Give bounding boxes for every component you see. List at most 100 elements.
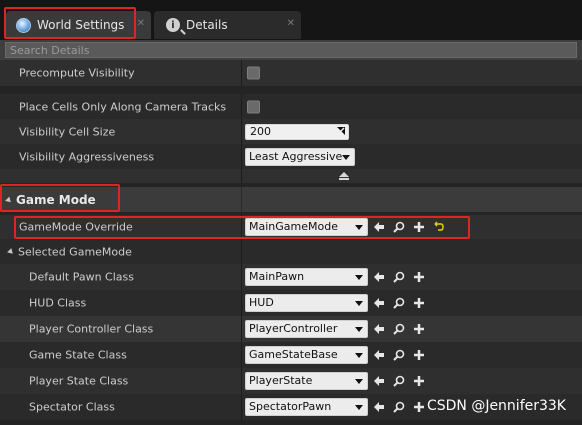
property-row-game-state-class: Game State Class GameStateBase: [0, 342, 582, 368]
cell-size-input[interactable]: 200: [245, 123, 349, 140]
property-label: Place Cells Only Along Camera Tracks: [19, 100, 227, 113]
column-divider[interactable]: [241, 394, 242, 420]
column-divider[interactable]: [241, 144, 242, 169]
resize-handle-icon[interactable]: [337, 126, 345, 135]
use-selected-arrow-icon[interactable]: [373, 271, 385, 283]
globe-icon: [16, 17, 31, 33]
class-value: SpectatorPawn: [249, 400, 332, 413]
search-icon[interactable]: [393, 349, 405, 361]
search-icon[interactable]: [393, 221, 405, 233]
property-label: Game State Class: [29, 348, 127, 362]
selected-gamemode-label: Selected GameMode: [18, 245, 132, 258]
tab-details[interactable]: i Details ✕: [154, 11, 301, 39]
tab-world-settings-label: World Settings: [37, 18, 125, 32]
cell-size-value: 200: [250, 124, 271, 138]
column-divider[interactable]: [241, 187, 242, 212]
column-divider[interactable]: [241, 60, 242, 86]
expand-arrow-icon[interactable]: [7, 248, 15, 256]
add-icon[interactable]: [413, 297, 425, 309]
asset-tools: [373, 270, 425, 284]
search-icon[interactable]: [393, 323, 405, 335]
default-pawn-class-dropdown[interactable]: MainPawn: [245, 268, 368, 286]
chevron-down-icon: [355, 275, 363, 280]
gamemode-override-value: MainGameMode: [249, 220, 338, 233]
info-icon: i: [166, 18, 180, 32]
add-icon[interactable]: [413, 349, 425, 361]
chevron-down-icon: [355, 301, 363, 306]
asset-tools: [373, 348, 425, 362]
add-icon[interactable]: [413, 375, 425, 387]
add-icon[interactable]: [413, 271, 425, 283]
property-label: Default Pawn Class: [29, 270, 134, 284]
place-cells-checkbox[interactable]: [247, 100, 260, 113]
use-selected-arrow-icon[interactable]: [373, 349, 385, 361]
column-divider[interactable]: [241, 94, 242, 119]
class-value: PlayerController: [249, 322, 338, 335]
add-icon[interactable]: [413, 221, 425, 233]
precompute-visibility-checkbox[interactable]: [247, 66, 260, 80]
close-icon[interactable]: ✕: [287, 18, 295, 29]
tab-bar: World Settings ✕ i Details ✕: [0, 0, 582, 40]
use-selected-arrow-icon[interactable]: [373, 375, 385, 387]
player-state-class-dropdown[interactable]: PlayerState: [245, 372, 368, 390]
property-label: GameMode Override: [19, 220, 133, 234]
add-icon[interactable]: [413, 323, 425, 335]
subcategory-selected-gamemode[interactable]: Selected GameMode: [0, 239, 582, 264]
column-divider[interactable]: [241, 342, 242, 368]
property-row-precompute-visibility: Precompute Visibility: [0, 60, 582, 86]
close-icon[interactable]: ✕: [137, 18, 145, 29]
column-divider[interactable]: [241, 215, 242, 239]
advanced-expander-row[interactable]: [0, 169, 582, 183]
property-row-hud-class: HUD Class HUD: [0, 290, 582, 316]
aggressiveness-dropdown[interactable]: Least Aggressive: [245, 147, 355, 166]
use-selected-arrow-icon[interactable]: [373, 297, 385, 309]
player-controller-class-dropdown[interactable]: PlayerController: [245, 320, 368, 338]
class-value: HUD: [249, 296, 274, 309]
column-divider[interactable]: [241, 368, 242, 394]
tab-details-label: Details: [186, 18, 228, 32]
tab-world-settings[interactable]: World Settings ✕: [6, 11, 151, 39]
search-icon[interactable]: [393, 297, 405, 309]
add-icon[interactable]: [413, 401, 425, 413]
collapse-advanced-bar: [339, 178, 349, 180]
column-divider[interactable]: [241, 264, 242, 290]
asset-tools: [373, 220, 445, 234]
aggressiveness-value: Least Aggressive: [249, 149, 343, 163]
property-label: Player State Class: [29, 374, 129, 388]
class-value: GameStateBase: [249, 348, 338, 361]
class-value: PlayerState: [249, 374, 313, 387]
expand-arrow-icon[interactable]: [5, 196, 13, 204]
column-divider[interactable]: [241, 119, 242, 144]
chevron-down-icon: [342, 154, 350, 160]
search-bar: [0, 40, 582, 60]
asset-tools: [373, 296, 425, 310]
hud-class-dropdown[interactable]: HUD: [245, 294, 368, 312]
property-label: Spectator Class: [29, 400, 115, 414]
game-state-class-dropdown[interactable]: GameStateBase: [245, 346, 368, 364]
property-label: Precompute Visibility: [19, 66, 135, 80]
column-divider[interactable]: [241, 239, 242, 264]
use-selected-arrow-icon[interactable]: [373, 401, 385, 413]
column-divider[interactable]: [241, 316, 242, 342]
category-game-mode[interactable]: Game Mode: [0, 187, 582, 212]
category-label: Game Mode: [5, 193, 96, 207]
gamemode-override-dropdown[interactable]: MainGameMode: [245, 218, 368, 236]
search-input[interactable]: [5, 42, 577, 58]
property-row-player-state-class: Player State Class PlayerState: [0, 368, 582, 394]
chevron-down-icon: [355, 225, 363, 230]
use-selected-arrow-icon[interactable]: [373, 323, 385, 335]
search-icon[interactable]: [393, 401, 405, 413]
search-icon[interactable]: [393, 271, 405, 283]
column-divider[interactable]: [241, 169, 242, 183]
subcategory-label: Selected GameMode: [7, 245, 132, 258]
search-icon[interactable]: [393, 375, 405, 387]
asset-tools: [373, 322, 425, 336]
chevron-down-icon: [355, 353, 363, 358]
spectator-class-dropdown[interactable]: SpectatorPawn: [245, 398, 368, 416]
column-divider[interactable]: [241, 290, 242, 316]
reset-to-default-icon[interactable]: [433, 221, 445, 233]
collapse-advanced-icon[interactable]: [339, 172, 349, 177]
chevron-down-icon: [355, 327, 363, 332]
use-selected-arrow-icon[interactable]: [373, 221, 385, 233]
class-value: MainPawn: [249, 270, 305, 283]
